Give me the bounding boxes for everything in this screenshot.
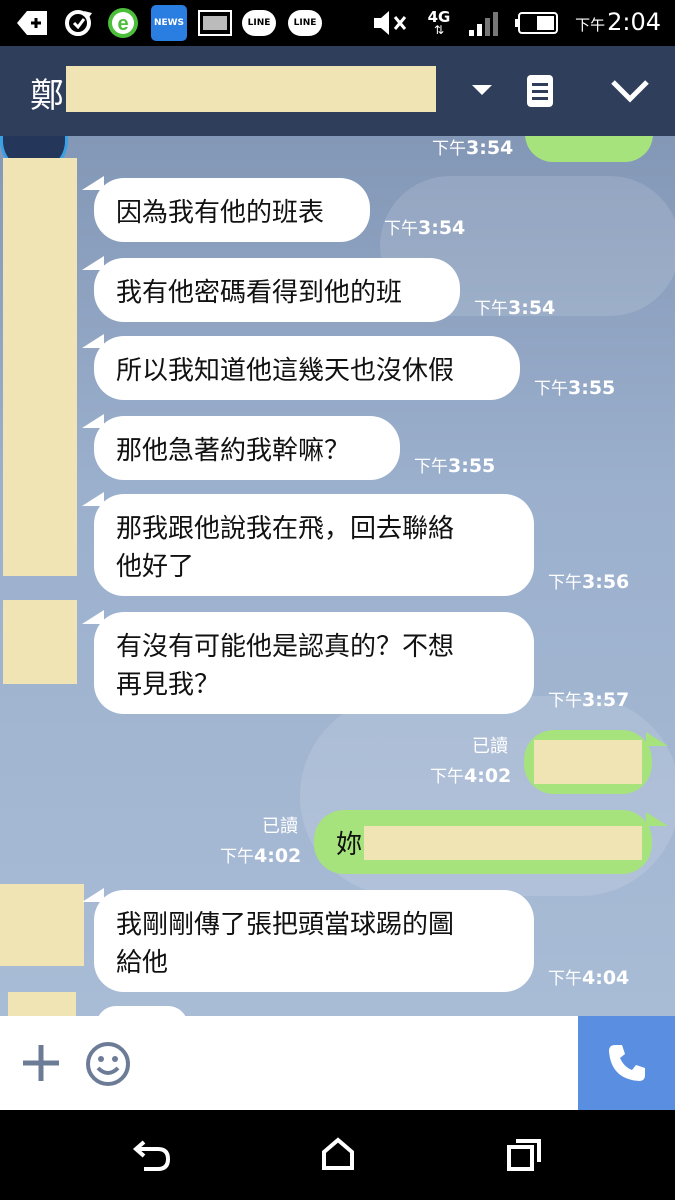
image-icon — [196, 7, 234, 39]
message-bubble-received[interactable]: 我剛剛傳了張把頭當球踢的圖 給他 — [94, 890, 534, 992]
chat-title[interactable]: 鄭 — [30, 68, 64, 117]
network-label: 4G — [427, 8, 451, 26]
clock-time: 2:04 — [607, 8, 661, 36]
message-text: 妳 — [336, 830, 363, 860]
call-button[interactable] — [578, 1016, 675, 1110]
read-receipt: 已讀 — [262, 816, 298, 837]
message-bubble-received[interactable]: 那我跟他說我在飛，回去聯絡 他好了 — [94, 494, 534, 596]
line-label-2: LINE — [288, 10, 322, 36]
signal-icon — [466, 7, 506, 39]
system-nav-bar — [0, 1110, 675, 1200]
chat-area[interactable]: 下午3:54 因為我有他的班表 下午3:54 我有他密碼看得到他的班 下午3:5… — [0, 136, 675, 1016]
redacted-avatar — [0, 884, 84, 966]
notes-icon[interactable] — [526, 74, 554, 112]
network-icon: 4G ⇅ — [427, 8, 451, 37]
back-icon[interactable] — [132, 1138, 172, 1176]
message-time: 下午3:55 — [414, 455, 496, 477]
message-input-bar — [0, 1016, 675, 1110]
line-label-1: LINE — [242, 10, 276, 36]
redacted-name — [66, 66, 436, 112]
message-time: 下午3:54 — [384, 217, 466, 239]
bubble-tail — [646, 732, 668, 746]
message-bubble-received[interactable]: 因為我有他的班表 — [94, 178, 370, 242]
message-text-line: 我剛剛傳了張把頭當球踢的圖 — [116, 910, 455, 940]
message-time: 下午3:55 — [534, 377, 616, 399]
add-notification-icon — [14, 7, 50, 39]
message-bubble-sent[interactable] — [525, 136, 653, 162]
news-icon: NEWS — [150, 5, 188, 41]
phone-icon — [608, 1045, 645, 1081]
message-text: 那他急著約我幹嘛？ — [116, 436, 351, 466]
message-time: 下午4:04 — [548, 967, 630, 989]
home-icon[interactable] — [320, 1136, 356, 1176]
line-notification-icon: LINE — [240, 7, 278, 39]
message-text: 所以我知道他這幾天也沒休假 — [116, 356, 455, 386]
news-label: NEWS — [151, 5, 187, 41]
message-time: 下午4:02 — [430, 765, 512, 787]
battery-icon — [514, 7, 562, 39]
plus-icon[interactable] — [20, 1042, 62, 1088]
collapse-chevron-icon[interactable] — [610, 78, 650, 108]
status-bar: e NEWS LINE LINE 4G ⇅ 下午2:04 — [0, 0, 675, 46]
message-time: 下午3:54 — [474, 297, 556, 319]
message-text-line: 給他 — [116, 948, 169, 978]
message-bubble-received[interactable]: 我有他密碼看得到他的班 — [94, 258, 460, 322]
message-bubble-received[interactable] — [96, 1006, 188, 1016]
line-notification-icon: LINE — [286, 7, 324, 39]
recents-icon[interactable] — [506, 1138, 542, 1176]
message-text: 因為我有他的班表 — [116, 198, 325, 228]
message-text-line: 那我跟他說我在飛，回去聯絡 — [116, 514, 455, 544]
dropdown-arrow-icon[interactable] — [470, 82, 494, 101]
sync-icon — [60, 7, 96, 39]
clock-prefix: 下午 — [575, 16, 606, 34]
message-text-line: 有沒有可能他是認真的？不想 — [116, 632, 455, 662]
redacted-avatar — [3, 600, 77, 684]
message-time: 下午4:02 — [220, 845, 302, 867]
redacted-message — [364, 826, 642, 860]
message-time: 下午3:54 — [432, 137, 514, 159]
message-bubble-received[interactable]: 那他急著約我幹嘛？ — [94, 416, 400, 480]
redacted-avatars — [3, 158, 77, 576]
message-text: 我有他密碼看得到他的班 — [116, 278, 403, 308]
browser-icon: e — [104, 7, 142, 39]
message-text-line: 再見我？ — [116, 670, 221, 700]
message-time: 下午3:56 — [548, 571, 630, 593]
mute-icon — [370, 7, 410, 39]
redacted-message — [534, 740, 642, 784]
svg-text:e: e — [117, 13, 128, 35]
chat-header: 鄭 — [0, 46, 675, 136]
message-time: 下午3:57 — [548, 689, 630, 711]
message-bubble-received[interactable]: 所以我知道他這幾天也沒休假 — [94, 336, 520, 400]
status-clock: 下午2:04 — [575, 8, 661, 36]
smiley-icon[interactable] — [84, 1040, 132, 1092]
redacted-avatar — [8, 992, 76, 1016]
message-bubble-received[interactable]: 有沒有可能他是認真的？不想 再見我？ — [94, 612, 534, 714]
message-input[interactable] — [150, 1024, 570, 1102]
bubble-tail — [646, 812, 668, 826]
message-text-line: 他好了 — [116, 552, 195, 582]
read-receipt: 已讀 — [472, 736, 508, 757]
